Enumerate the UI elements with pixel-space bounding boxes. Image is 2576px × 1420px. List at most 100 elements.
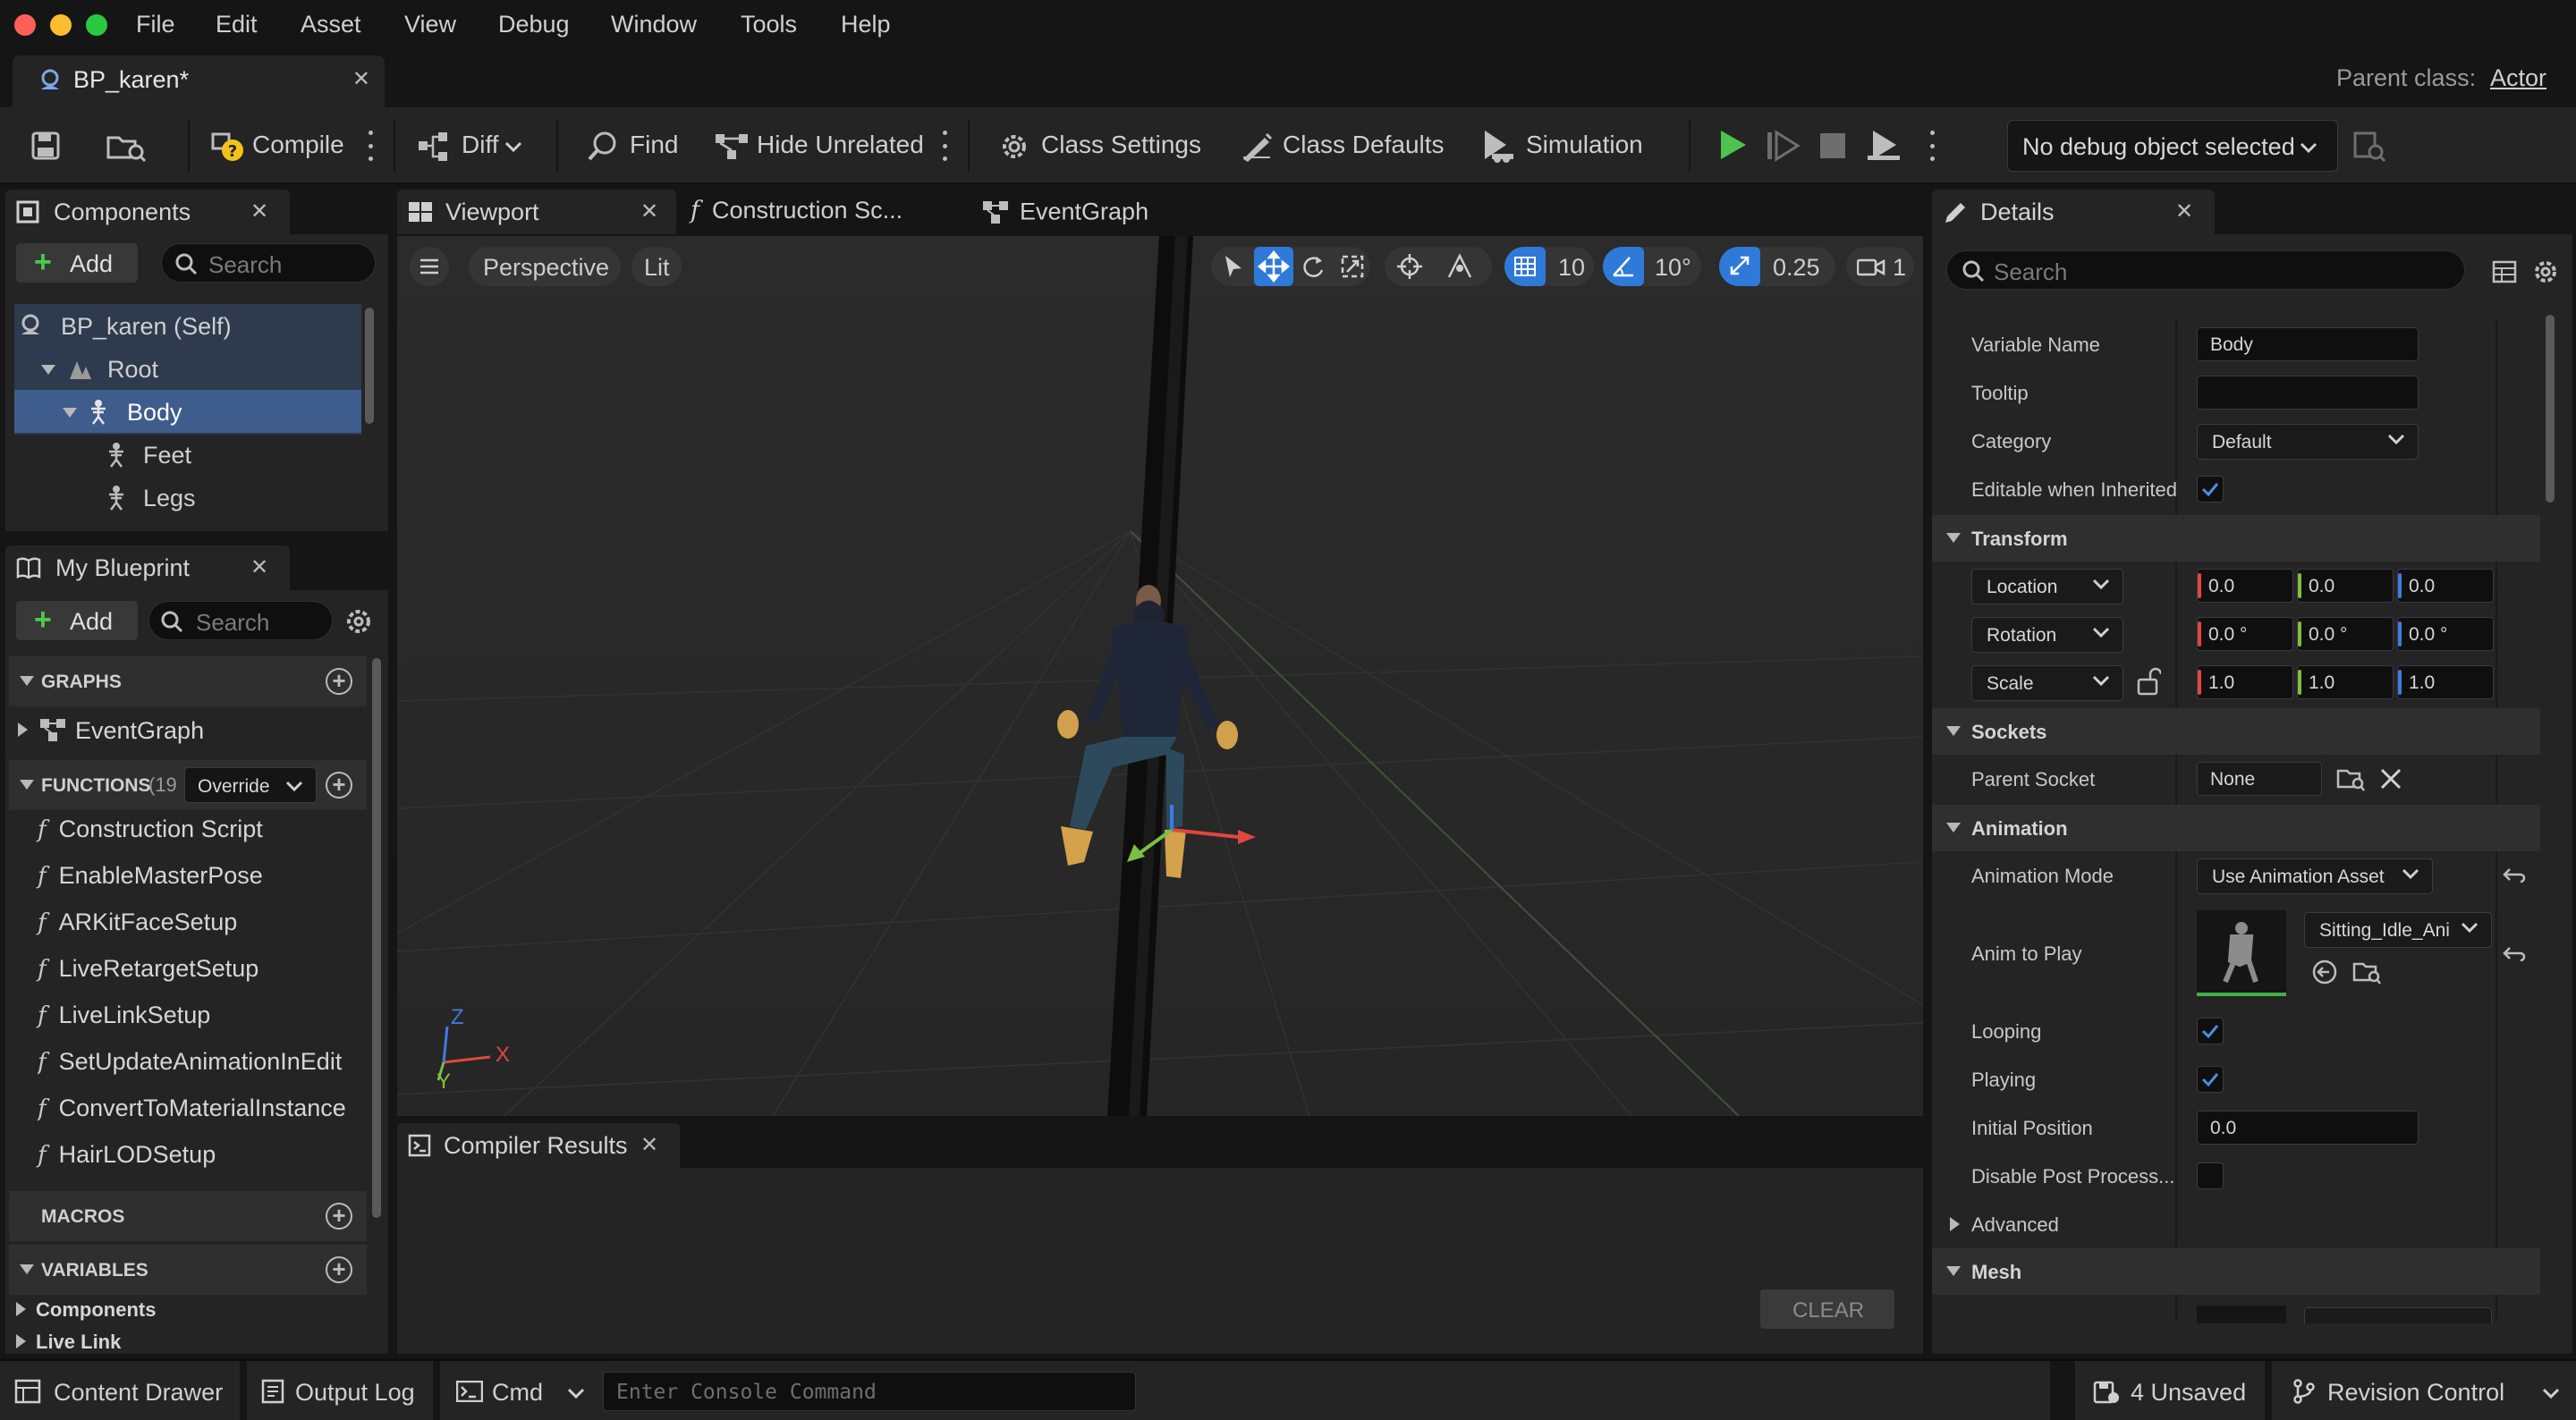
rotation-snap-toggle[interactable] — [1603, 247, 1644, 286]
close-icon[interactable]: ✕ — [640, 1132, 658, 1158]
play-icon[interactable] — [1714, 127, 1750, 163]
editable-checkbox[interactable] — [2197, 476, 2224, 503]
translate-tool-button[interactable] — [1254, 247, 1293, 286]
animation-section-header[interactable]: Animation — [1932, 805, 2540, 851]
sockets-section-header[interactable]: Sockets — [1932, 708, 2540, 755]
unsaved-button[interactable]: 4 Unsaved — [2075, 1361, 2265, 1420]
scale-tool-icon[interactable] — [1340, 254, 1365, 279]
location-x-input[interactable]: 0.0 — [2197, 569, 2293, 603]
rotation-snap-control[interactable]: 10° — [1603, 247, 1701, 286]
perspective-button[interactable]: Perspective — [469, 247, 621, 286]
eject-possess-icon[interactable] — [1866, 127, 1902, 163]
location-z-input[interactable]: 0.0 — [2397, 569, 2494, 603]
diff-icon[interactable] — [417, 131, 453, 163]
minimize-window-button[interactable] — [50, 14, 72, 36]
advanced-row[interactable]: Advanced — [1932, 1200, 2540, 1248]
rotation-z-input[interactable]: 0.0 ° — [2397, 617, 2494, 651]
function-item[interactable]: f Construction Script — [38, 816, 263, 858]
browse-asset-icon[interactable] — [2352, 959, 2381, 985]
override-dropdown[interactable]: Override — [184, 767, 317, 803]
transform-section-header[interactable]: Transform — [1932, 515, 2540, 562]
close-icon[interactable]: ✕ — [640, 199, 658, 224]
my-blueprint-scrollbar[interactable] — [372, 658, 381, 1218]
playing-checkbox[interactable] — [2197, 1066, 2224, 1093]
add-macro-icon[interactable]: + — [326, 1203, 352, 1230]
gear-icon[interactable] — [998, 131, 1030, 163]
components-search-input[interactable]: Search — [161, 243, 376, 283]
grid-snap-control[interactable]: 10 — [1504, 247, 1594, 286]
simulation-icon[interactable] — [1479, 129, 1517, 165]
clear-button[interactable]: CLEAR — [1760, 1289, 1894, 1329]
scale-mode-dropdown[interactable]: Scale — [1971, 665, 2123, 701]
disable-post-process-checkbox[interactable] — [2197, 1162, 2224, 1189]
viewport-options-button[interactable] — [410, 247, 449, 286]
menu-window[interactable]: Window — [611, 11, 697, 38]
tab-my-blueprint[interactable]: My Blueprint ✕ — [5, 545, 290, 590]
console-command-input[interactable]: Enter Console Command — [603, 1372, 1136, 1411]
graphs-section-header[interactable]: GRAPHS + — [9, 656, 367, 706]
functions-section-header[interactable]: FUNCTIONS (19 Override + — [9, 760, 367, 810]
tree-item-self[interactable]: BP_karen (Self) — [14, 304, 361, 347]
play-options-icon[interactable] — [1928, 131, 1936, 161]
output-log-button[interactable]: Output Log — [247, 1361, 433, 1420]
close-icon[interactable]: ✕ — [250, 199, 268, 224]
mesh-section-header[interactable]: Mesh — [1932, 1248, 2540, 1295]
zoom-window-button[interactable] — [86, 14, 107, 36]
add-function-icon[interactable]: + — [326, 772, 352, 799]
scale-z-input[interactable]: 1.0 — [2397, 665, 2494, 699]
scale-snap-toggle[interactable] — [1719, 247, 1760, 286]
camera-speed-control[interactable]: 1 — [1846, 247, 1914, 286]
gear-icon[interactable] — [343, 606, 374, 637]
function-item[interactable]: f EnableMasterPose — [38, 862, 263, 905]
location-mode-dropdown[interactable]: Location — [1971, 569, 2123, 604]
document-tab[interactable]: BP_karen* ✕ — [13, 55, 385, 107]
find-button[interactable]: Find — [630, 131, 678, 159]
gear-icon[interactable] — [2531, 258, 2560, 286]
tree-item-body[interactable]: Body — [14, 390, 361, 433]
macros-section-header[interactable]: MACROS + — [9, 1191, 367, 1241]
looping-checkbox[interactable] — [2197, 1018, 2224, 1044]
menu-file[interactable]: File — [136, 11, 175, 38]
rotation-x-input[interactable]: 0.0 ° — [2197, 617, 2293, 651]
tree-item-root[interactable]: Root — [14, 347, 361, 390]
find-options-icon[interactable] — [941, 131, 948, 161]
location-y-input[interactable]: 0.0 — [2297, 569, 2394, 603]
menu-view[interactable]: View — [404, 11, 456, 38]
stop-icon[interactable] — [1818, 131, 1848, 161]
menu-asset[interactable]: Asset — [301, 11, 361, 38]
close-window-button[interactable] — [14, 14, 36, 36]
class-defaults-button[interactable]: Class Defaults — [1283, 131, 1445, 159]
function-item[interactable]: f LiveLinkSetup — [38, 1002, 210, 1044]
cmd-dropdown[interactable]: Cmd — [447, 1361, 597, 1420]
select-tool-icon[interactable] — [1222, 254, 1245, 279]
browse-socket-icon[interactable] — [2336, 765, 2365, 792]
menu-debug[interactable]: Debug — [498, 11, 570, 38]
menu-tools[interactable]: Tools — [741, 11, 797, 38]
content-drawer-button[interactable]: Content Drawer — [0, 1361, 240, 1420]
tab-compiler-results[interactable]: Compiler Results ✕ — [397, 1123, 680, 1168]
mesh-thumbnail[interactable] — [2197, 1306, 2286, 1323]
close-icon[interactable]: ✕ — [250, 554, 268, 580]
rotation-y-input[interactable]: 0.0 ° — [2297, 617, 2394, 651]
clear-socket-icon[interactable] — [2379, 767, 2402, 790]
simulation-button[interactable]: Simulation — [1526, 131, 1643, 159]
scale-snap-control[interactable]: 0.25 — [1719, 247, 1835, 286]
components-scrollbar[interactable] — [365, 308, 374, 424]
add-variable-icon[interactable]: + — [326, 1256, 352, 1283]
function-item[interactable]: f LiveRetargetSetup — [38, 955, 258, 998]
tree-item-legs[interactable]: Legs — [14, 476, 361, 519]
add-component-button[interactable]: + Add — [16, 243, 138, 283]
initial-position-input[interactable]: 0.0 — [2197, 1111, 2419, 1145]
function-item[interactable]: f ConvertToMaterialInstance — [38, 1095, 365, 1137]
category-dropdown[interactable]: Default — [2197, 424, 2419, 460]
menu-help[interactable]: Help — [841, 11, 891, 38]
close-icon[interactable]: ✕ — [352, 66, 370, 92]
surface-snap-icon[interactable] — [1445, 252, 1474, 281]
tab-event-graph[interactable]: EventGraph — [982, 197, 1148, 232]
compile-status-icon[interactable]: ? — [209, 129, 245, 165]
details-scrollbar[interactable] — [2546, 315, 2555, 503]
unlock-icon[interactable] — [2134, 667, 2161, 696]
function-item[interactable]: f SetUpdateAnimationInEdit — [38, 1048, 365, 1091]
compile-options-icon[interactable] — [367, 131, 374, 161]
class-settings-button[interactable]: Class Settings — [1041, 131, 1201, 159]
